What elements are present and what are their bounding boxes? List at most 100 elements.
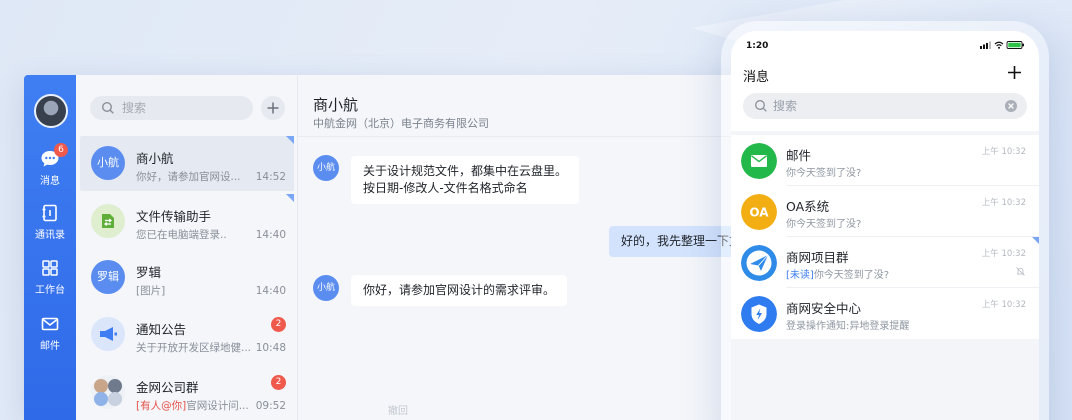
conversation-preview: 您已在电脑端登录.. [136,229,227,241]
conversation-time: 14:52 [255,171,286,183]
contacts-icon [42,204,57,222]
conversation-item[interactable]: 金网公司群 [有人@你]官网设计问... 09:52 2 [80,365,294,420]
search-box [90,96,253,120]
pin-marker [286,194,294,202]
rail-item-messages[interactable]: 6 消息 [24,143,76,187]
item-preview: 你今天签到了没? [786,219,862,230]
phone-search-input[interactable] [773,93,1003,119]
phone-list-item[interactable]: 商网安全中心 登录操作通知:异地登录提醒 上午 10:32 [731,288,1039,339]
chat-header: 商小航 中航金网（北京）电子商务有限公司 [298,75,784,137]
oa-icon: OA [741,194,777,230]
rail-label: 通讯录 [35,230,65,241]
conversation-name: 罗辑 [136,265,162,280]
chat-title: 商小航 [313,96,359,114]
conversation-list: 小航 商小航 你好，请参加官网设... 14:52 文件传输助手 您已在电脑端登… [76,75,298,420]
clear-icon[interactable] [1004,99,1018,113]
preview-text: 你今天签到了没? [813,270,890,281]
chat-pane: 商小航 中航金网（北京）电子商务有限公司 小航 关于设计规范文件，都集中在云盘里… [298,75,784,420]
conversation-name: 通知公告 [136,322,187,337]
item-preview: 你今天签到了没? [786,168,862,179]
shield-bolt-icon [741,296,777,332]
conversation-preview: 关于开放开发区绿地健... [136,342,252,354]
phone-screen: 1:20 消息 搜索 邮件 你今天签到了没? 上午 10:32 OA OA系统 … [731,31,1039,420]
search-icon [755,100,767,112]
rail-label: 邮件 [40,341,60,352]
messages-badge: 6 [54,143,68,157]
conversation-item[interactable]: 小航 商小航 你好，请参加官网设... 14:52 [80,136,294,191]
phone-title: 消息 [743,70,770,85]
conversation-item[interactable]: 通知公告 关于开放开发区绿地健... 10:48 2 [80,307,294,362]
message-avatar: 小航 [313,155,339,181]
conversation-item[interactable]: 罗辑 罗辑 [图片] 14:40 [80,250,294,305]
search-input[interactable] [122,96,247,120]
conversation-item[interactable]: 文件传输助手 您已在电脑端登录.. 14:40 [80,194,294,249]
preview-text: 官网设计问... [186,400,249,412]
status-time: 1:20 [746,41,769,51]
item-preview: [未读]你今天签到了没? [786,266,889,281]
phone-list-item[interactable]: 邮件 你今天签到了没? 上午 10:32 [731,135,1039,186]
item-time: 上午 10:32 [981,147,1026,157]
message-bubble[interactable]: 关于设计规范文件，都集中在云盘里。 按日期-修改人-文件名格式命名 [351,156,580,204]
conversation-name: 金网公司群 [136,380,199,395]
mute-bell-icon [1016,267,1025,276]
unread-badge: 2 [271,317,286,332]
conversation-preview: 你好，请参加官网设... [136,171,241,183]
message-avatar: 小航 [313,275,339,301]
rail-item-contacts[interactable]: 通讯录 [24,203,76,241]
message-line: 按日期-修改人-文件名格式命名 [363,181,528,195]
message-bubble[interactable]: 你好，请参加官网设计的需求评审。 [351,275,568,306]
plus-icon [267,102,279,114]
item-name: 商网安全中心 [786,301,862,316]
status-bar: 1:20 [731,31,1039,57]
status-icons [980,41,1024,49]
unread-tag: [未读] [786,270,814,281]
phone-search-box [743,93,1027,119]
conversation-name: 商小航 [136,151,174,166]
item-name: OA系统 [786,199,830,214]
user-avatar[interactable] [34,94,68,128]
desktop-window: 6 消息 通讯录 工作台 邮件 搜索 小航 商小航 你好，请参加官网设... 1… [24,75,784,420]
file-transfer-icon [102,214,114,228]
file-transfer-avatar [91,204,125,238]
grid-icon [42,260,58,276]
phone-header: 消息 [731,57,1039,91]
rail-item-mail[interactable]: 邮件 [24,314,76,352]
conversation-time: 14:40 [255,285,286,297]
notice-avatar [91,317,125,351]
rail-item-workbench[interactable]: 工作台 [24,258,76,296]
item-name: 邮件 [786,148,812,163]
item-name: 商网项目群 [786,250,849,265]
item-time: 上午 10:32 [981,198,1026,208]
faint-caption: 撤回 [388,406,408,417]
rail-label: 消息 [40,176,60,187]
message-line: 你好，请参加官网设计的需求评审。 [363,283,556,297]
item-time: 上午 10:32 [981,249,1026,259]
unread-badge: 2 [271,375,286,390]
item-preview: 登录操作通知:异地登录提醒 [786,321,910,332]
phone-list-item[interactable]: 商网项目群 [未读]你今天签到了没? 上午 10:32 [731,237,1039,288]
mail-icon [741,143,777,179]
pin-marker [286,136,294,144]
search-icon [101,101,114,114]
phone-frame: 1:20 消息 搜索 邮件 你今天签到了没? 上午 10:32 OA OA系统 … [721,21,1049,420]
group-avatar-icon [91,375,125,409]
conversation-time: 14:40 [255,229,286,241]
phone-list-item[interactable]: OA OA系统 你今天签到了没? 上午 10:32 [731,186,1039,237]
avatar: 罗辑 [91,260,125,294]
conversation-preview: [图片] [136,285,166,297]
pin-marker [1032,237,1039,244]
conversation-preview: [有人@你]官网设计问... [136,398,256,413]
plus-icon[interactable] [1007,65,1022,80]
conversation-time: 10:48 [255,342,286,354]
conversation-name: 文件传输助手 [136,209,212,224]
message-line: 关于设计规范文件，都集中在云盘里。 [363,164,568,178]
chat-subtitle: 中航金网（北京）电子商务有限公司 [313,117,489,130]
oa-icon-text: OA [749,206,769,220]
rail-label: 工作台 [35,285,65,296]
item-time: 上午 10:32 [981,300,1026,310]
avatar: 小航 [91,146,125,180]
megaphone-icon [100,327,117,341]
phone-search-wrap [731,91,1039,131]
conversation-time: 09:52 [255,400,286,412]
add-button[interactable] [261,96,285,120]
